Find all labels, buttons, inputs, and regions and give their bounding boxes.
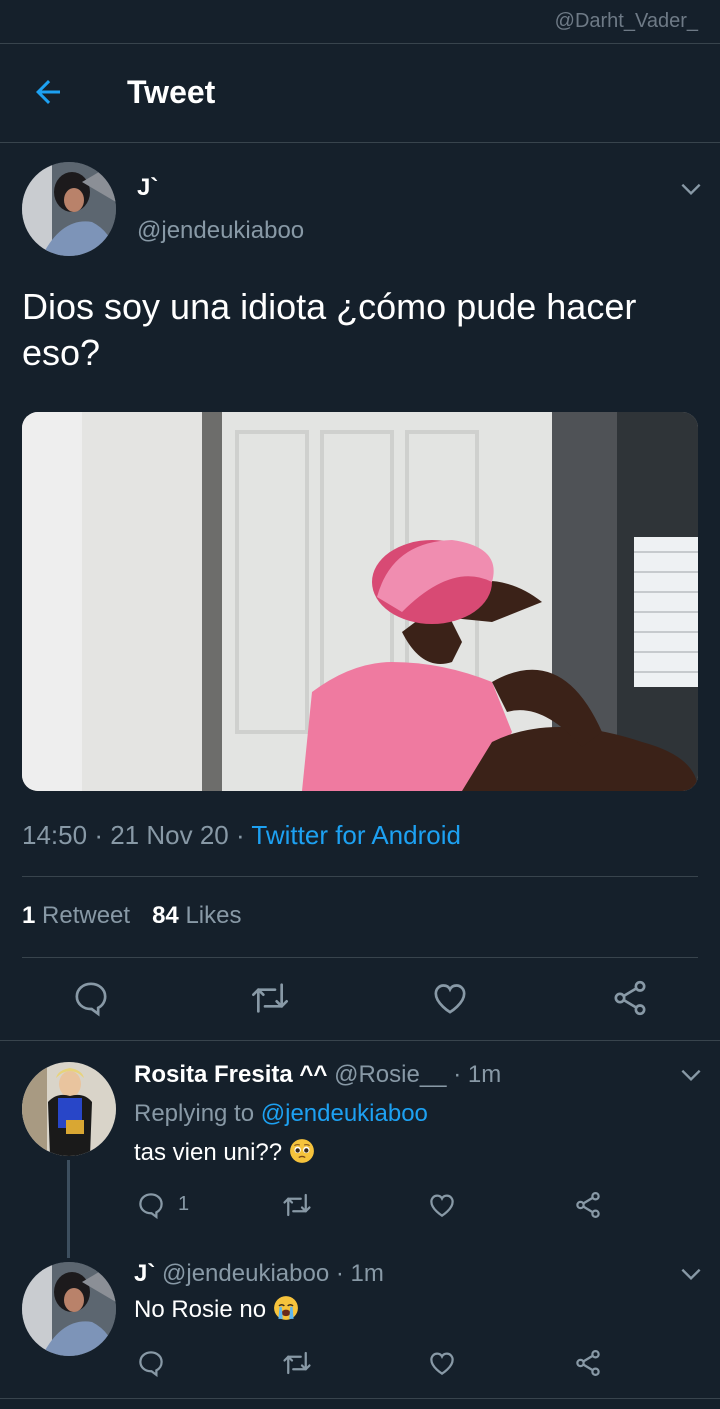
heart-icon[interactable] bbox=[430, 978, 470, 1018]
tweet-stats: 1 Retweet 84 Likes bbox=[22, 902, 241, 930]
replying-label: Replying to bbox=[134, 1100, 255, 1127]
retweets-stat[interactable]: 1 Retweet bbox=[22, 902, 130, 929]
reply-header: J` @jendeukiaboo · 1m bbox=[134, 1260, 384, 1288]
retweets-count: 1 bbox=[22, 902, 36, 929]
share-icon[interactable] bbox=[573, 1190, 603, 1220]
reply-text-content: No Rosie no bbox=[134, 1296, 267, 1323]
reply-author-handle[interactable]: @jendeukiaboo bbox=[162, 1260, 329, 1287]
separator: · bbox=[453, 1061, 462, 1088]
separator: · bbox=[335, 1260, 344, 1287]
separator: · bbox=[235, 820, 245, 850]
reply-icon[interactable] bbox=[136, 1348, 166, 1378]
author-name[interactable]: J` bbox=[137, 174, 158, 202]
tweet-source-link[interactable]: Twitter for Android bbox=[251, 820, 461, 850]
tweet-media-image[interactable] bbox=[22, 412, 698, 791]
reply-icon[interactable] bbox=[71, 978, 111, 1018]
reply-text-content: tas vien uni?? bbox=[134, 1139, 283, 1166]
page-title: Tweet bbox=[127, 74, 216, 110]
tweet-meta: 14:50 · 21 Nov 20 · Twitter for Android bbox=[22, 820, 461, 851]
divider bbox=[0, 1040, 720, 1041]
reply-time: 1m bbox=[350, 1260, 384, 1287]
retweet-icon[interactable] bbox=[250, 978, 290, 1018]
divider bbox=[22, 957, 698, 958]
tweet-time: 14:50 bbox=[22, 820, 88, 850]
chevron-down-icon[interactable] bbox=[678, 176, 704, 202]
chevron-down-icon[interactable] bbox=[678, 1062, 704, 1088]
avatar[interactable] bbox=[22, 1262, 116, 1356]
pleading-face-icon bbox=[289, 1138, 315, 1171]
reply-time: 1m bbox=[467, 1061, 502, 1088]
heart-icon[interactable] bbox=[427, 1348, 457, 1378]
reply-text: No Rosie no bbox=[134, 1295, 299, 1328]
tweet-date: 21 Nov 20 bbox=[110, 820, 229, 850]
replying-to: Replying to @jendeukiaboo bbox=[134, 1100, 428, 1128]
reply-header: Rosita Fresita ^^ @Rosie__ · 1m bbox=[134, 1061, 501, 1089]
separator: · bbox=[94, 820, 103, 850]
reply-author-handle[interactable]: @Rosie__ bbox=[334, 1061, 446, 1088]
replying-to-handle[interactable]: @jendeukiaboo bbox=[261, 1100, 428, 1127]
thread-line bbox=[67, 1160, 70, 1258]
reply-text: tas vien uni?? bbox=[134, 1138, 315, 1171]
likes-stat[interactable]: 84 Likes bbox=[152, 902, 241, 929]
watermark: @Darht_Vader_ bbox=[554, 10, 698, 32]
reply-icon[interactable] bbox=[136, 1190, 166, 1220]
retweet-icon[interactable] bbox=[282, 1348, 312, 1378]
avatar[interactable] bbox=[22, 162, 116, 256]
arrow-left-icon[interactable] bbox=[30, 74, 66, 110]
crying-face-icon bbox=[273, 1295, 299, 1328]
chevron-down-icon[interactable] bbox=[678, 1261, 704, 1287]
likes-label: Likes bbox=[185, 902, 242, 929]
tweet-text: Dios soy una idiota ¿cómo pude hacer eso… bbox=[22, 286, 637, 373]
share-icon[interactable] bbox=[573, 1348, 603, 1378]
avatar[interactable] bbox=[22, 1062, 116, 1156]
likes-count: 84 bbox=[152, 902, 179, 929]
top-bar: Tweet bbox=[0, 44, 720, 142]
heart-icon[interactable] bbox=[427, 1190, 457, 1220]
share-icon[interactable] bbox=[610, 978, 650, 1018]
reply-count: 1 bbox=[178, 1193, 190, 1215]
reply-author-name[interactable]: J` bbox=[134, 1260, 155, 1287]
retweet-icon[interactable] bbox=[282, 1190, 312, 1220]
author-handle[interactable]: @jendeukiaboo bbox=[137, 217, 304, 245]
divider bbox=[22, 876, 698, 877]
retweets-label: Retweet bbox=[42, 902, 131, 929]
reply-author-name[interactable]: Rosita Fresita ^^ bbox=[134, 1061, 327, 1088]
divider bbox=[0, 142, 720, 143]
divider bbox=[0, 1398, 720, 1399]
